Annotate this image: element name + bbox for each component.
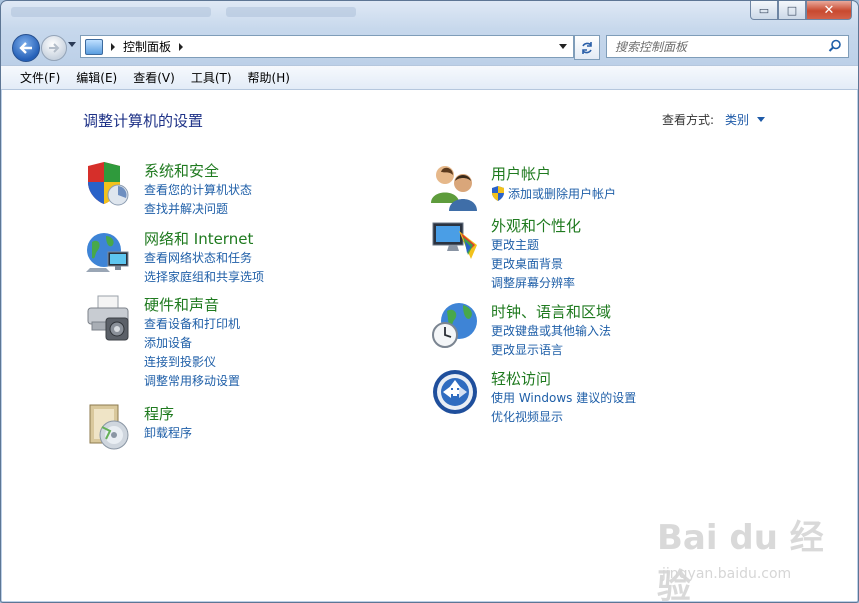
page-title: 调整计算机的设置: [83, 112, 204, 130]
link-add-remove-accounts-label[interactable]: 添加或删除用户帐户: [508, 185, 616, 202]
link-network-status[interactable]: 查看网络状态和任务: [144, 249, 264, 268]
network-internet-links: 查看网络状态和任务 选择家庭组和共享选项: [144, 249, 264, 287]
content-area: 调整计算机的设置 查看方式: 类别 系统和安全 查看您的计算机状态 查找并解决问…: [2, 90, 857, 603]
close-button[interactable]: ✕: [806, 1, 852, 20]
view-by-label: 查看方式:: [662, 113, 715, 127]
ease-of-access-links: 使用 Windows 建议的设置 优化视频显示: [491, 389, 636, 427]
link-change-background[interactable]: 更改桌面背景: [491, 255, 575, 274]
address-dropdown-icon[interactable]: [559, 44, 567, 49]
link-homegroup-sharing[interactable]: 选择家庭组和共享选项: [144, 268, 264, 287]
clock-language-heading[interactable]: 时钟、语言和区域: [491, 301, 611, 322]
system-security-links: 查看您的计算机状态 查找并解决问题: [144, 181, 252, 219]
system-security-heading[interactable]: 系统和安全: [144, 160, 219, 181]
link-screen-resolution[interactable]: 调整屏幕分辨率: [491, 274, 575, 293]
appearance-monitor-icon[interactable]: [431, 215, 479, 263]
security-shield-icon[interactable]: [84, 160, 132, 208]
link-optimize-visual-display[interactable]: 优化视频显示: [491, 408, 636, 427]
link-change-theme[interactable]: 更改主题: [491, 236, 575, 255]
navigation-bar: 控制面板: [1, 33, 858, 62]
maximize-button[interactable]: □: [778, 1, 806, 20]
forward-button[interactable]: [41, 35, 67, 61]
menu-tools[interactable]: 工具(T): [183, 69, 240, 86]
link-mobility-settings[interactable]: 调整常用移动设置: [144, 372, 240, 391]
breadcrumb-arrow-icon[interactable]: [111, 42, 115, 51]
view-by-value[interactable]: 类别: [725, 111, 749, 128]
control-panel-icon: [85, 38, 103, 55]
refresh-button[interactable]: [574, 35, 600, 60]
link-windows-recommended-settings[interactable]: 使用 Windows 建议的设置: [491, 389, 636, 408]
blurred-tab: [226, 7, 356, 17]
ease-of-access-heading[interactable]: 轻松访问: [491, 368, 551, 389]
user-accounts-icon[interactable]: [431, 163, 479, 211]
menu-help[interactable]: 帮助(H): [240, 69, 298, 86]
link-add-remove-accounts[interactable]: 添加或删除用户帐户: [491, 184, 616, 203]
programs-disc-icon[interactable]: [84, 403, 132, 451]
menu-view[interactable]: 查看(V): [125, 69, 183, 86]
control-panel-window: ▭ □ ✕ 控制面板 文件(F) 编辑(E) 查看(V): [0, 0, 859, 603]
hardware-sound-heading[interactable]: 硬件和声音: [144, 294, 219, 315]
back-arrow-icon: [19, 42, 32, 54]
uac-shield-icon: [492, 186, 504, 201]
link-change-keyboard[interactable]: 更改键盘或其他输入法: [491, 322, 611, 341]
blurred-tab: [11, 7, 211, 17]
refresh-icon: [582, 41, 592, 54]
search-icon[interactable]: [828, 39, 842, 53]
address-bar[interactable]: 控制面板: [80, 35, 574, 58]
programs-links: 卸载程序: [144, 424, 192, 443]
search-input[interactable]: [613, 36, 822, 57]
menu-bar: 文件(F) 编辑(E) 查看(V) 工具(T) 帮助(H): [1, 65, 858, 90]
menu-edit[interactable]: 编辑(E): [68, 69, 125, 86]
link-uninstall-program[interactable]: 卸载程序: [144, 424, 192, 443]
baidu-watermark: Bai du 经验: [657, 518, 824, 603]
printer-speaker-icon[interactable]: [84, 294, 132, 342]
chevron-down-icon[interactable]: [757, 117, 766, 122]
link-devices-printers[interactable]: 查看设备和打印机: [144, 315, 240, 334]
recent-pages-dropdown[interactable]: [68, 42, 76, 47]
user-accounts-links: 添加或删除用户帐户: [491, 184, 616, 203]
programs-heading[interactable]: 程序: [144, 403, 174, 424]
link-find-fix-problems[interactable]: 查找并解决问题: [144, 200, 252, 219]
clock-language-links: 更改键盘或其他输入法 更改显示语言: [491, 322, 611, 360]
link-connect-projector[interactable]: 连接到投影仪: [144, 353, 240, 372]
ease-of-access-icon[interactable]: [431, 368, 479, 416]
menu-file[interactable]: 文件(F): [1, 69, 68, 86]
minimize-button[interactable]: ▭: [750, 1, 778, 20]
appearance-links: 更改主题 更改桌面背景 调整屏幕分辨率: [491, 236, 575, 293]
hardware-sound-links: 查看设备和打印机 添加设备 连接到投影仪 调整常用移动设置: [144, 315, 240, 391]
view-by-dropdown[interactable]: 类别: [725, 111, 766, 128]
breadcrumb-arrow-icon[interactable]: [179, 42, 184, 51]
breadcrumb-control-panel[interactable]: 控制面板: [123, 38, 171, 55]
caption-buttons: ▭ □ ✕: [750, 1, 852, 20]
link-change-display-language[interactable]: 更改显示语言: [491, 341, 611, 360]
back-button[interactable]: [12, 34, 40, 62]
clock-globe-icon[interactable]: [431, 301, 479, 349]
forward-arrow-icon: [49, 43, 60, 53]
user-accounts-heading[interactable]: 用户帐户: [491, 163, 551, 184]
baidu-watermark-url: jingyan.baidu.com: [662, 566, 792, 582]
link-add-device[interactable]: 添加设备: [144, 334, 240, 353]
appearance-heading[interactable]: 外观和个性化: [491, 215, 581, 236]
title-bar[interactable]: ▭ □ ✕: [1, 1, 858, 31]
link-view-computer-status[interactable]: 查看您的计算机状态: [144, 181, 252, 200]
network-globe-icon[interactable]: [84, 228, 132, 276]
network-internet-heading[interactable]: 网络和 Internet: [144, 228, 253, 249]
search-box[interactable]: [606, 35, 849, 58]
